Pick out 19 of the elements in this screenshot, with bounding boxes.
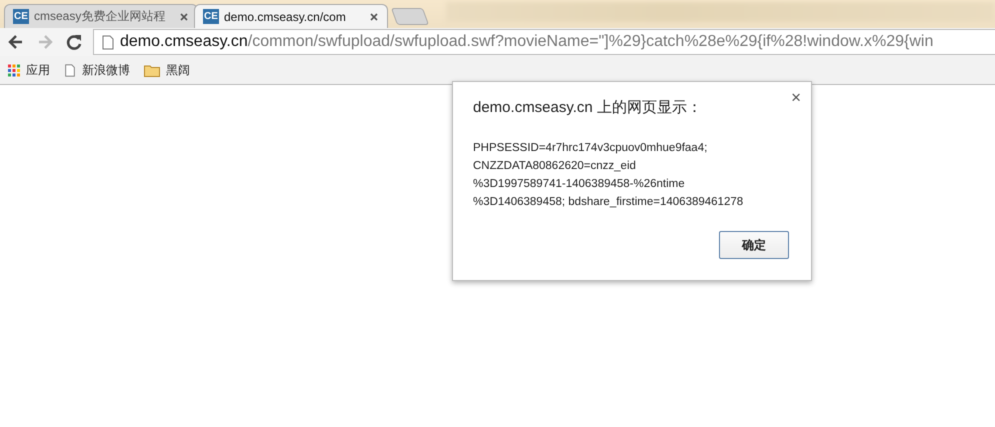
- apps-grid-icon: [8, 64, 20, 76]
- bookmark-item[interactable]: 黑阔: [144, 62, 190, 78]
- bookmark-item[interactable]: 新浪微博: [64, 62, 130, 78]
- dialog-message: PHPSESSID=4r7hrc174v3cpuov0mhue9faa4; CNZZDATA80862620=cnzz_eid %3D1997589741-1406389458-%26ntime %3D1406389458; bdshare_firstime=1406389461278: [473, 141, 744, 210]
- close-icon[interactable]: [369, 12, 379, 22]
- ok-button[interactable]: 确定: [719, 231, 789, 259]
- browser-tab[interactable]: CE demo.cmseasy.cn/com: [194, 4, 388, 28]
- folder-icon: [144, 64, 160, 76]
- address-bar[interactable]: demo.cmseasy.cn/common/swfupload/swfupload.swf?movieName="]%29}catch%28e%29{if%28!window.x%29{win: [93, 29, 995, 55]
- page-icon: [64, 64, 76, 76]
- reload-icon[interactable]: [64, 32, 84, 52]
- site-favicon: CE: [203, 9, 219, 24]
- bookmark-item[interactable]: 应用: [8, 62, 50, 78]
- page-icon: [102, 34, 114, 50]
- close-icon[interactable]: [179, 12, 189, 22]
- browser-tab[interactable]: CE cmseasy免费企业网站程: [4, 4, 198, 28]
- close-button[interactable]: ×: [789, 88, 803, 108]
- dialog-title: demo.cmseasy.cn 上的网页显示：: [473, 98, 703, 117]
- site-favicon: CE: [13, 9, 29, 24]
